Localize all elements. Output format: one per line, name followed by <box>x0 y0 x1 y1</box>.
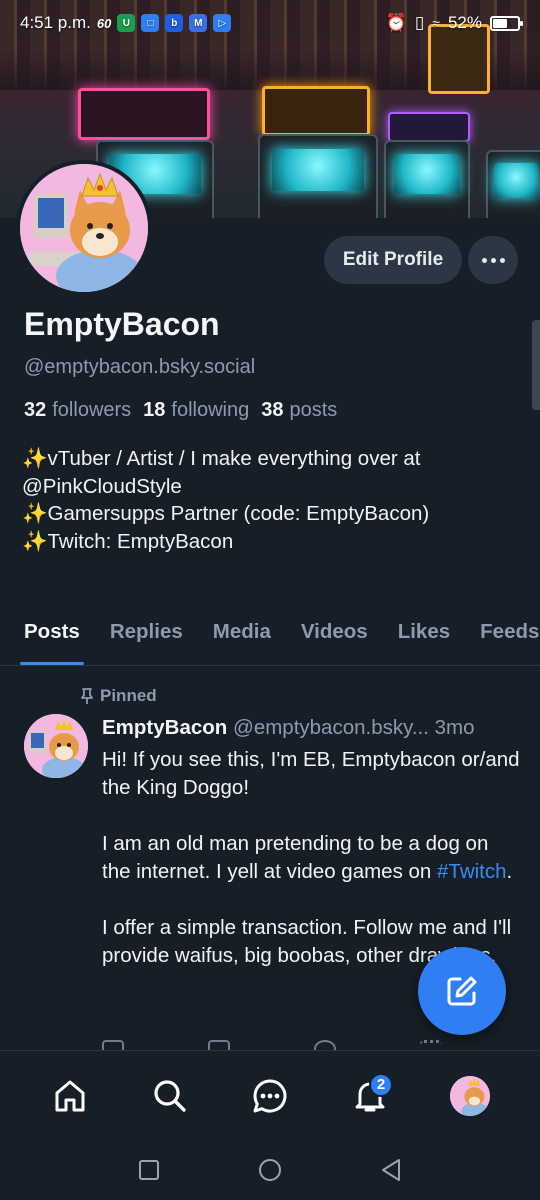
post-author-handle: @emptybacon.bsky... <box>233 716 429 739</box>
messages-icon: □ <box>141 14 160 32</box>
nav-notifications[interactable]: 2 <box>345 1071 395 1121</box>
profile-stats: 32 followers 18 following 38 posts <box>24 399 337 422</box>
post-header[interactable]: EmptyBacon @emptybacon.bsky... 3mo <box>102 716 522 740</box>
bluesky-icon: b <box>165 14 184 32</box>
post-paragraph: Hi! If you see this, I'm EB, Emptybacon … <box>102 748 520 799</box>
banner-arcade-cabinet <box>486 150 540 218</box>
banner-neon-sign <box>78 88 210 140</box>
recents-icon[interactable] <box>138 1159 160 1181</box>
more-dot <box>490 257 496 263</box>
nav-profile[interactable] <box>445 1071 495 1121</box>
compose-icon <box>447 976 477 1006</box>
mail-icon: M <box>189 14 208 32</box>
bio-mention-link[interactable]: @PinkCloudStyle <box>22 473 522 501</box>
nav-home[interactable] <box>45 1071 95 1121</box>
pin-icon <box>81 688 93 704</box>
profile-handle: @emptybacon.bsky.social <box>24 356 256 378</box>
bio-line: ✨Twitch: EmptyBacon <box>22 529 234 553</box>
play-icon: ▷ <box>213 14 232 32</box>
post-author-avatar[interactable] <box>24 714 88 778</box>
edit-profile-button[interactable]: Edit Profile <box>324 236 462 284</box>
home-button-icon[interactable] <box>257 1157 283 1183</box>
profile-avatar <box>450 1075 490 1116</box>
tab-replies[interactable]: Replies <box>110 612 183 665</box>
followers-stat[interactable]: 32 followers <box>24 399 131 422</box>
uber-eats-icon: U <box>117 14 136 32</box>
pinned-indicator: Pinned <box>80 686 157 706</box>
wifi-icon: ≈ <box>432 15 440 31</box>
back-icon[interactable] <box>380 1158 402 1182</box>
tab-media[interactable]: Media <box>213 612 271 665</box>
following-stat[interactable]: 18 following <box>143 399 249 422</box>
banner-arcade-cabinet <box>258 134 378 218</box>
pinned-label: Pinned <box>100 686 157 705</box>
scrollbar[interactable] <box>532 320 540 410</box>
bio-line: ✨vTuber / Artist / I make everything ove… <box>22 447 421 470</box>
bottom-navigation: 2 <box>0 1050 540 1140</box>
banner-neon-sign <box>388 112 470 142</box>
search-icon <box>154 1079 186 1112</box>
tab-videos[interactable]: Videos <box>301 612 368 665</box>
battery-icon <box>490 15 523 31</box>
home-icon <box>55 1080 85 1111</box>
battery-fill <box>493 18 507 28</box>
battery-percent: 52% <box>447 13 482 32</box>
notifications-badge: 2 <box>369 1072 393 1097</box>
more-dot <box>499 257 505 263</box>
post-paragraph: I am an old man pretending to be a dog o… <box>102 832 513 883</box>
post-author-name[interactable]: EmptyBacon <box>102 716 227 739</box>
banner-arcade-cabinet <box>384 140 470 218</box>
profile-avatar[interactable] <box>16 160 152 296</box>
chat-icon <box>253 1079 287 1112</box>
posts-stat: 38 posts <box>261 399 338 421</box>
more-dot <box>481 257 487 263</box>
compose-post-button[interactable] <box>418 947 506 1035</box>
display-name: EmptyBacon <box>24 306 220 342</box>
tab-likes[interactable]: Likes <box>398 612 450 665</box>
nav-search[interactable] <box>145 1071 195 1121</box>
banner-neon-sign <box>262 86 370 136</box>
bio-line: ✨Gamersupps Partner (code: EmptyBacon) <box>22 502 430 525</box>
network-speed: 60 <box>96 15 112 31</box>
alarm-icon: ⏰ <box>385 13 407 32</box>
more-options-button[interactable] <box>468 236 518 284</box>
profile-bio: ✨vTuber / Artist / I make everything ove… <box>22 445 522 555</box>
status-time: 4:51 p.m. <box>20 13 91 32</box>
nav-chat[interactable] <box>245 1071 295 1121</box>
system-navigation-bar <box>0 1140 540 1200</box>
profile-tabs: Posts Replies Media Videos Likes Feeds <box>0 612 540 666</box>
status-bar: 4:51 p.m. 60 U □ b M ▷ ⏰ ▯ ≈ 52% <box>0 0 540 46</box>
post-time: 3mo <box>434 716 475 739</box>
tab-feeds[interactable]: Feeds <box>480 612 539 665</box>
vibrate-icon: ▯ <box>414 13 425 32</box>
hashtag-link[interactable]: #Twitch <box>437 860 507 883</box>
tab-posts[interactable]: Posts <box>20 612 84 665</box>
